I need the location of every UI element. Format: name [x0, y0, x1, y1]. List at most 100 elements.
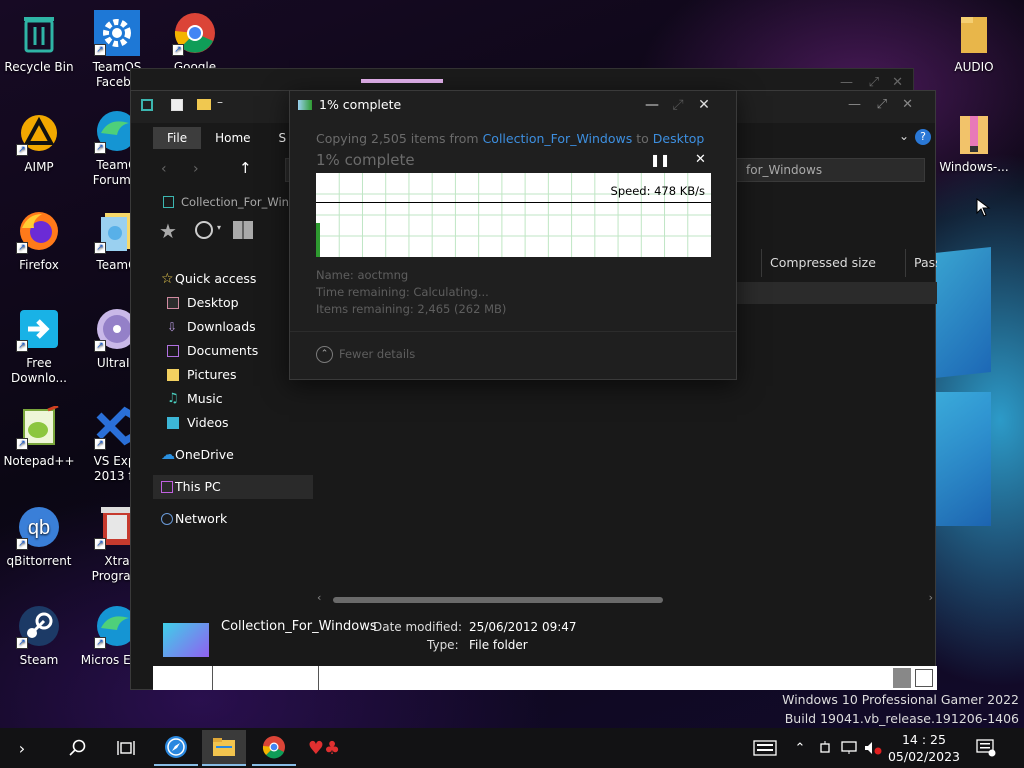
help-icon[interactable]: ? [915, 129, 931, 145]
folder-app-icon [141, 99, 153, 111]
taskbar-app-solitaire[interactable]: ♥♣ [302, 730, 346, 766]
items-remaining-line: Items remaining: 2,465 (262 MB) [316, 302, 507, 316]
column-header-compressed-size[interactable]: Compressed size [761, 249, 903, 277]
svg-text:qb: qb [28, 517, 50, 539]
dialog-title: 1% complete [319, 97, 402, 112]
scroll-right-icon[interactable]: › [929, 591, 933, 604]
volume-muted-icon[interactable] [862, 728, 884, 768]
pause-icon[interactable]: ❚❚ [650, 153, 670, 167]
notifications-icon[interactable] [972, 728, 1000, 768]
shortcut-arrow-icon: ↗ [94, 438, 106, 450]
new-folder-icon[interactable] [197, 99, 211, 110]
tab-file[interactable]: File [153, 127, 202, 149]
chevron-up-icon[interactable]: ⌃ [790, 728, 810, 768]
shortcut-arrow-icon: ↗ [16, 340, 28, 352]
back-arrow-icon[interactable]: ‹ [161, 161, 167, 177]
copy-progress-dialog[interactable]: 1% complete — ⤢ ✕ Copying 2,505 items fr… [289, 90, 737, 380]
shortcut-arrow-icon: ↗ [16, 637, 28, 649]
windows-icon[interactable] [233, 221, 253, 239]
taskbar-app-chrome[interactable] [252, 730, 296, 766]
mouse-cursor-icon [976, 198, 991, 217]
up-arrow-icon[interactable]: ↑ [239, 159, 252, 177]
properties-icon[interactable] [171, 99, 183, 111]
minimize-icon[interactable]: — [840, 75, 853, 90]
search-button[interactable] [56, 730, 100, 766]
system-clock[interactable]: 14 : 25 05/02/2023 [888, 731, 960, 765]
start-button[interactable]: › [0, 730, 44, 766]
details-date-value: 25/06/2012 09:47 [469, 620, 577, 634]
maximize-icon[interactable]: ⤢ [869, 75, 879, 90]
usb-icon[interactable] [815, 728, 835, 768]
network-icon[interactable] [838, 728, 860, 768]
shortcut-arrow-icon: ↗ [94, 637, 106, 649]
percent-complete: 1% complete [316, 151, 415, 169]
zip-folder-icon [951, 110, 997, 156]
scroll-left-icon[interactable]: ‹ [317, 591, 321, 604]
desktop-icon-audio-folder[interactable]: AUDIO [935, 10, 1013, 75]
maximize-icon[interactable]: ⤢ [877, 97, 887, 112]
sidebar-item-videos[interactable]: Videos [153, 411, 313, 435]
source-link[interactable]: Collection_For_Windows [483, 131, 633, 146]
sidebar-item-onedrive[interactable]: ☁ OneDrive [153, 443, 313, 467]
search-icon [69, 739, 86, 756]
folder-tab[interactable]: Collection_For_Windo [159, 191, 291, 213]
close-icon[interactable]: ✕ [902, 97, 913, 112]
sidebar-item-this-pc[interactable]: This PC [153, 475, 313, 499]
taskbar-app-browser[interactable] [154, 730, 198, 766]
desktop-icon-windows-zip[interactable]: Windows-... [935, 110, 1013, 175]
desktop-icon [167, 297, 179, 309]
large-icons-view-icon[interactable] [915, 669, 933, 687]
firefox-icon: ↗ [16, 208, 62, 254]
desktop-icon-aimp[interactable]: ↗ AIMP [0, 110, 78, 175]
forward-arrow-icon[interactable]: › [193, 161, 199, 177]
close-icon[interactable]: ✕ [892, 75, 903, 90]
chevron-down-icon[interactable]: ▾ [217, 223, 221, 232]
quick-access-dropdown-icon[interactable]: – [217, 95, 223, 109]
desktop-icon-qbittorrent[interactable]: qb ↗ qBittorrent [0, 504, 78, 569]
copy-info: Name: aoctmng Time remaining: Calculatin… [316, 267, 506, 318]
scrollbar-thumb[interactable] [333, 597, 663, 603]
sidebar-item-music[interactable]: ♫ Music [153, 387, 313, 411]
chrome-icon: ↗ [172, 10, 218, 56]
ribbon-expand-icon[interactable]: ⌄ [899, 129, 909, 143]
horizontal-scrollbar[interactable]: ‹ › [317, 591, 933, 606]
desktop-icon-notepad-plus-plus[interactable]: ↗ Notepad++ [0, 404, 78, 469]
details-type-value: File folder [469, 638, 528, 652]
dialog-titlebar[interactable]: 1% complete — ⤢ ✕ [290, 91, 736, 119]
qbittorrent-icon: qb ↗ [16, 504, 62, 550]
star-icon[interactable]: ★ [159, 219, 177, 243]
cancel-icon[interactable]: ✕ [695, 152, 706, 167]
sidebar-item-network[interactable]: Network [153, 507, 313, 531]
desktop-icon-recycle-bin[interactable]: Recycle Bin [0, 10, 78, 75]
progress-fill [316, 223, 320, 257]
shortcut-arrow-icon: ↗ [16, 242, 28, 254]
close-icon[interactable]: ✕ [694, 95, 714, 115]
taskbar-app-file-explorer[interactable] [202, 730, 246, 766]
minimize-icon[interactable]: — [642, 95, 662, 115]
task-view-button[interactable] [104, 730, 148, 766]
copy-app-icon [298, 100, 312, 110]
details-view-icon[interactable] [893, 668, 911, 688]
chrome-icon [262, 736, 285, 759]
clock-time: 14 : 25 [901, 732, 946, 747]
notepad-plus-plus-icon: ↗ [16, 404, 62, 450]
copy-description: Copying 2,505 items from Collection_For_… [316, 131, 705, 146]
file-list-row[interactable] [735, 282, 937, 304]
history-icon[interactable] [195, 221, 213, 239]
desktop-icon-google[interactable]: ↗ Google [156, 10, 234, 75]
teamos-facebook-icon: ↗ [94, 10, 140, 56]
column-header-pass[interactable]: Pass [905, 249, 937, 277]
destination-link[interactable]: Desktop [653, 131, 705, 146]
desktop-icon-firefox[interactable]: ↗ Firefox [0, 208, 78, 273]
desktop-icon-steam[interactable]: ↗ Steam [0, 603, 78, 668]
keyboard-icon[interactable] [750, 728, 780, 768]
status-divider [318, 666, 319, 690]
minimize-icon[interactable]: — [848, 97, 861, 112]
fewer-details-button[interactable]: ⌃ Fewer details [316, 346, 415, 363]
tab-home[interactable]: Home [201, 127, 264, 149]
folder-icon [213, 738, 235, 756]
desktop-icon-free-download-manager[interactable]: ↗ Free Downlo... [0, 306, 78, 386]
